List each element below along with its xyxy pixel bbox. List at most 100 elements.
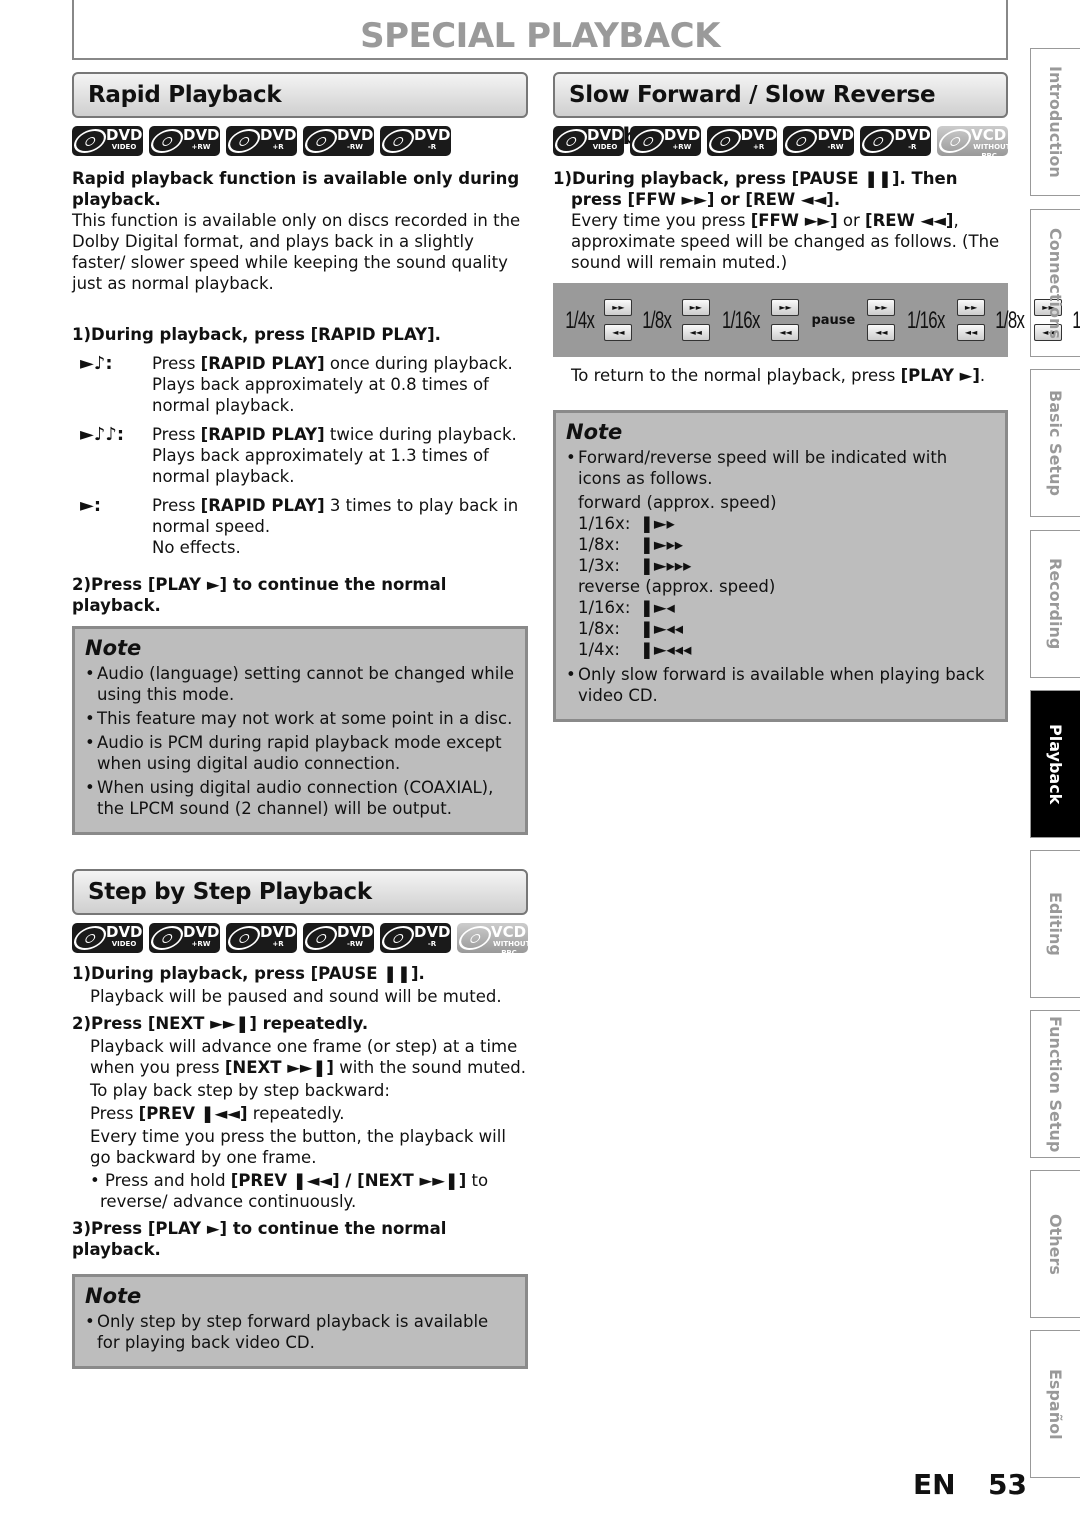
speed-row: 1/8x: ❚►▸▸ — [578, 534, 995, 555]
disc-sublabel: -R — [908, 143, 917, 151]
rapid-mode-text: Press [RAPID PLAY] once during playback.… — [152, 353, 528, 416]
tab-introduction[interactable]: Introduction — [1030, 48, 1080, 196]
dvd-disc-icon: DVD -RW — [303, 923, 374, 953]
tab-connections[interactable]: Connections — [1030, 209, 1080, 357]
disc-label: DVD — [337, 923, 374, 941]
speed-label: 1/4x — [565, 306, 595, 334]
dvd-disc-icon: DVD -RW — [783, 126, 855, 156]
ffw-key: [FFW ►►] — [750, 211, 838, 230]
disc-label: DVD — [260, 126, 297, 144]
ffw-button-icon: ►► — [681, 299, 710, 316]
disc-sublabel: +R — [272, 940, 284, 948]
tab-label: Recording — [1046, 558, 1065, 650]
rapid-note-list: Audio (language) setting cannot be chang… — [85, 663, 515, 819]
speed-label: 1/8x: — [578, 619, 620, 638]
prev-next-keys: [PREV ❚◄◄] / [NEXT ►►❚] — [230, 1171, 467, 1190]
rapid-playback-heading: Rapid Playback — [72, 72, 528, 118]
speed-icon-list: forward (approx. speed) 1/16x: ❚►▸ 1/8x: ❚►▸… — [566, 492, 995, 660]
speed-label: 1/4x: — [578, 640, 620, 659]
tab-basic-setup[interactable]: Basic Setup — [1030, 369, 1080, 517]
speed-row: 1/8x: ❚►◂◂ — [578, 618, 995, 639]
text: twice during playback. — [324, 425, 517, 444]
disc-graphic — [937, 129, 976, 153]
note-item: Audio (language) setting cannot be chang… — [85, 663, 515, 705]
text: . — [979, 366, 986, 385]
speed-label: 1/16x: — [578, 514, 631, 533]
tab-label: Others — [1046, 1213, 1065, 1275]
slow-return: To return to the normal playback, press … — [553, 365, 1008, 386]
tab-label: Basic Setup — [1046, 390, 1065, 496]
tab-function-setup[interactable]: Function Setup — [1030, 1010, 1080, 1158]
note-item: Forward/reverse speed will be indicated … — [566, 447, 995, 489]
disc-graphic — [226, 129, 265, 153]
speed-row: 1/3x: ❚►▸▸▸ — [578, 555, 995, 576]
disc-sublabel: WITHOUT PBC — [973, 143, 1008, 156]
tab-label: Introduction — [1046, 66, 1065, 178]
text: Every time you press — [571, 211, 751, 230]
step-every: Every time you press the button, the pla… — [90, 1127, 506, 1167]
disc-sublabel: +R — [753, 143, 765, 151]
dvd-disc-icon: DVD -R — [380, 923, 451, 953]
disc-sublabel: VIDEO — [592, 143, 618, 151]
step-note-list: Only step by step forward playback is av… — [85, 1311, 515, 1353]
disc-sublabel: +RW — [191, 143, 211, 151]
rapid-mode-icon: ►♪: — [80, 353, 113, 374]
speed-row: 1/4x: ❚►◂◂◂ — [578, 639, 995, 660]
disc-graphic — [303, 926, 342, 950]
rapid-play-key: [RAPID PLAY] — [200, 425, 325, 444]
text: Plays back approximately at 1.3 times of… — [152, 446, 489, 486]
tab-espanol[interactable]: Español — [1030, 1330, 1080, 1478]
footer-lang: EN — [913, 1468, 956, 1501]
rapid-modes: ►♪: Press [RAPID PLAY] once during playba… — [72, 353, 528, 558]
rapid-mode-row: ►♪: Press [RAPID PLAY] once during playba… — [72, 353, 528, 416]
disc-sublabel: -RW — [346, 940, 364, 948]
rew-button-icon: ◄◄ — [681, 324, 710, 341]
rapid-step1: 1)During playback, press [RAPID PLAY]. — [72, 325, 441, 344]
vcd-disc-icon: VCD WITHOUT PBC — [937, 126, 1008, 156]
rew-key: [REW ◄◄] — [865, 211, 954, 230]
speed-label: 1/8x — [995, 306, 1025, 334]
rapid-intro: This function is available only on discs… — [72, 211, 521, 293]
slow-forward-icon: ❚►▸ — [640, 514, 675, 533]
rew-button-icon: ◄◄ — [604, 324, 633, 341]
tab-label: Function Setup — [1046, 1015, 1065, 1153]
vcd-disc-icon: VCD WITHOUT PBC — [457, 923, 528, 953]
note-item: When using digital audio connection (COA… — [85, 777, 515, 819]
disc-label: VCD — [491, 923, 527, 941]
dvd-disc-icon: DVD VIDEO — [72, 923, 143, 953]
dvd-disc-icon: DVD -R — [860, 126, 932, 156]
play-key: [PLAY ►] — [900, 366, 980, 385]
text: • Press and hold — [90, 1171, 231, 1190]
disc-icons: DVD VIDEO DVD +RW DVD +R DVD -RW DVD -R VCD WITHOUT… — [553, 126, 1008, 156]
slow-forward-icon: ❚►▸▸ — [640, 535, 684, 554]
text: Press — [152, 496, 201, 515]
speed-row: 1/16x: ❚►◂ — [578, 597, 995, 618]
ffw-rew-buttons: ►► ◄◄ — [771, 299, 800, 341]
step-step2: 2)Press [NEXT ►►❚] repeatedly. — [72, 1014, 369, 1033]
disc-sublabel: -RW — [346, 143, 364, 151]
rapid-playback-section: Rapid Playback DVD VIDEO DVD +RW DVD +R DVD -RW… — [72, 72, 528, 835]
disc-graphic — [380, 926, 419, 950]
speed-label: 1/16x — [907, 306, 946, 334]
speed-label: 1/8x: — [578, 535, 620, 554]
disc-sublabel: +RW — [191, 940, 211, 948]
dvd-disc-icon: DVD +R — [706, 126, 778, 156]
tab-others[interactable]: Others — [1030, 1170, 1080, 1318]
disc-graphic — [783, 129, 823, 153]
disc-graphic — [457, 926, 496, 950]
rapid-play-key: [RAPID PLAY] — [200, 354, 325, 373]
disc-graphic — [226, 926, 265, 950]
forward-label: forward (approx. speed) — [578, 493, 777, 512]
rapid-note: Note Audio (language) setting cannot be … — [72, 626, 528, 835]
ffw-button-icon: ►► — [957, 299, 986, 316]
tab-playback[interactable]: Playback — [1030, 690, 1080, 838]
disc-graphic — [303, 129, 342, 153]
note-title: Note — [85, 636, 142, 660]
disc-icons: DVD VIDEO DVD +RW DVD +R DVD -RW DVD -R VCD WITHOUT… — [72, 923, 528, 953]
ffw-button-icon: ►► — [771, 299, 800, 316]
tab-editing[interactable]: Editing — [1030, 850, 1080, 998]
tab-recording[interactable]: Recording — [1030, 530, 1080, 678]
text: Plays back approximately at 0.8 times of… — [152, 375, 489, 415]
ffw-button-icon: ►► — [867, 299, 896, 316]
text: To return to the normal playback, press — [571, 366, 901, 385]
